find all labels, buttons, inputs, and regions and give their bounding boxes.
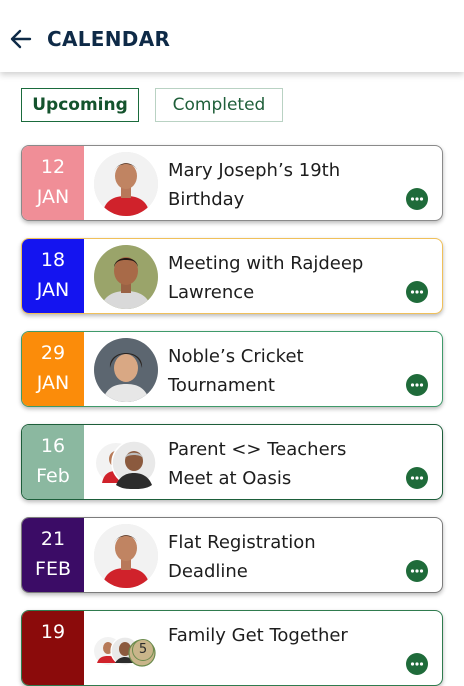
event-month: JAN (36, 186, 70, 208)
event-month: JAN (36, 279, 70, 301)
page-title: CALENDAR (47, 27, 171, 51)
person-avatar-icon (94, 245, 158, 309)
event-title-line: Mary Joseph’s 19th (168, 160, 341, 181)
more-options-icon[interactable] (406, 281, 428, 303)
event-title-line: Noble’s Cricket (168, 346, 304, 367)
event-date-block: 19 (22, 611, 84, 685)
event-title: Noble’s Cricket Tournament (168, 342, 418, 400)
event-date-block: 21 FEB (22, 518, 84, 592)
event-card[interactable]: 18 JAN Meeting with Rajdeep Lawrence (21, 238, 443, 314)
back-arrow-icon[interactable] (8, 26, 34, 52)
event-title-line: Parent <> Teachers (168, 439, 347, 460)
event-card[interactable]: 21 FEB Flat Registration Deadline (21, 517, 443, 593)
more-options-icon[interactable] (406, 188, 428, 210)
event-card[interactable]: 12 JAN Mary Joseph’s 19th Birthday (21, 145, 443, 221)
event-title-line: Lawrence (168, 282, 255, 303)
event-card[interactable]: 16 Feb Parent <> Teachers Meet at Oasis (21, 424, 443, 500)
event-day: 12 (40, 156, 66, 178)
event-card[interactable]: 19 5 Family Get Together (21, 610, 443, 686)
event-title-line: Birthday (168, 189, 245, 210)
event-day: 16 (40, 435, 66, 457)
avatar (94, 524, 158, 588)
event-title-line: Family Get Together (168, 625, 348, 646)
person-avatar-icon (94, 338, 158, 402)
event-day: 21 (40, 528, 66, 550)
avatar (94, 152, 158, 216)
event-title-line: Deadline (168, 561, 248, 582)
event-month: JAN (36, 372, 70, 394)
event-title: Flat Registration Deadline (168, 528, 418, 586)
event-title-line: Tournament (168, 375, 275, 396)
tab-completed[interactable]: Completed (155, 88, 283, 122)
avatar (94, 338, 158, 402)
event-title: Mary Joseph’s 19th Birthday (168, 156, 418, 214)
event-title-line: Flat Registration (168, 532, 316, 553)
event-title: Family Get Together (168, 621, 418, 650)
group-avatar-icon (96, 440, 157, 489)
event-date-block: 18 JAN (22, 239, 84, 313)
event-day: 29 (40, 342, 66, 364)
event-title: Parent <> Teachers Meet at Oasis (168, 435, 418, 493)
event-title-line: Meet at Oasis (168, 468, 292, 489)
event-day: 18 (40, 249, 66, 271)
more-options-icon[interactable] (406, 560, 428, 582)
event-card[interactable]: 29 JAN Noble’s Cricket Tournament (21, 331, 443, 407)
more-options-icon[interactable] (406, 467, 428, 489)
event-day: 19 (40, 621, 66, 643)
more-options-icon[interactable] (406, 653, 428, 675)
event-date-block: 29 JAN (22, 332, 84, 406)
app-header: CALENDAR (0, 0, 464, 72)
event-date-block: 12 JAN (22, 146, 84, 220)
event-month: Feb (36, 465, 70, 487)
more-options-icon[interactable] (406, 374, 428, 396)
person-avatar-icon (94, 152, 158, 216)
event-month: FEB (35, 558, 71, 580)
avatar-group: 5 (94, 617, 158, 681)
event-title-line: Meeting with Rajdeep (168, 253, 364, 274)
avatar-group (94, 431, 158, 495)
event-date-block: 16 Feb (22, 425, 84, 499)
avatar (94, 245, 158, 309)
avatar-count-badge: 5 (132, 639, 154, 661)
tab-upcoming[interactable]: Upcoming (21, 88, 139, 122)
event-title: Meeting with Rajdeep Lawrence (168, 249, 418, 307)
person-avatar-icon (94, 524, 158, 588)
